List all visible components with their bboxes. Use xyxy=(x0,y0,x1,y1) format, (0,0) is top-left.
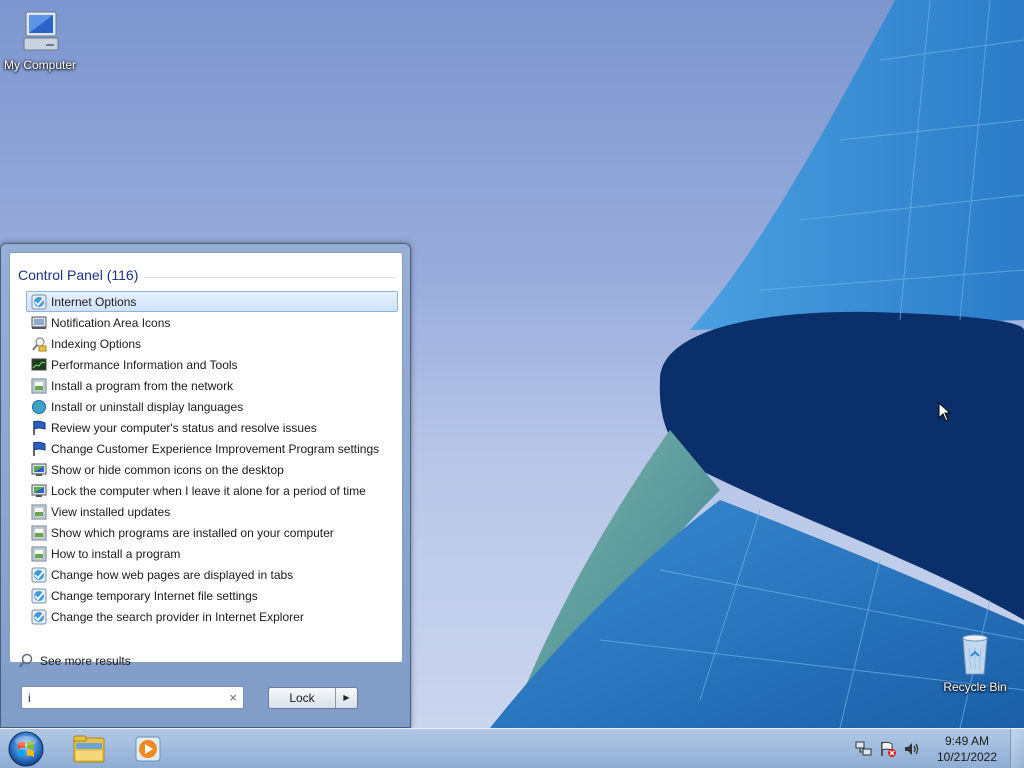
taskbar: 9:49 AM 10/21/2022 xyxy=(0,728,1024,768)
my-computer-label: My Computer xyxy=(3,58,77,72)
show-desktop-button[interactable] xyxy=(1010,729,1024,768)
search-result-label: Indexing Options xyxy=(51,336,142,351)
power-options-arrow-icon[interactable]: ▶ xyxy=(335,688,357,708)
see-more-results-link[interactable]: See more results xyxy=(18,653,131,669)
search-result-item[interactable]: Indexing Options xyxy=(26,333,398,354)
search-result-item[interactable]: Notification Area Icons xyxy=(26,312,398,333)
action-center-flag-icon xyxy=(31,420,47,436)
search-result-label: Show which programs are installed on you… xyxy=(51,525,334,540)
search-result-label: Install a program from the network xyxy=(51,378,234,393)
search-icon xyxy=(18,653,34,669)
search-result-label: Show or hide common icons on the desktop xyxy=(51,462,284,477)
search-result-item[interactable]: Change how web pages are displayed in ta… xyxy=(26,564,398,585)
clear-search-icon[interactable]: × xyxy=(229,690,237,705)
search-result-item[interactable]: Review your computer's status and resolv… xyxy=(26,417,398,438)
results-group-header[interactable]: Control Panel (116) xyxy=(18,267,396,285)
desktop-icon-my-computer[interactable]: My Computer xyxy=(0,8,80,72)
search-result-item[interactable]: Change the search provider in Internet E… xyxy=(26,606,398,627)
recycle-bin-icon xyxy=(951,630,999,678)
group-title: Control Panel (116) xyxy=(18,267,145,283)
indexing-options-icon xyxy=(31,336,47,352)
search-result-item[interactable]: Show which programs are installed on you… xyxy=(26,522,398,543)
programs-icon xyxy=(31,378,47,394)
clock[interactable]: 9:49 AM 10/21/2022 xyxy=(928,733,1006,765)
search-result-label: Lock the computer when I leave it alone … xyxy=(51,483,366,498)
search-result-item[interactable]: Internet Options xyxy=(26,291,398,312)
search-results-pane: Control Panel (116) Internet Options Noti… xyxy=(9,252,403,668)
search-result-label: Internet Options xyxy=(51,294,137,309)
search-result-item[interactable]: Show or hide common icons on the desktop xyxy=(26,459,398,480)
performance-icon xyxy=(31,357,47,373)
search-result-label: Install or uninstall display languages xyxy=(51,399,244,414)
internet-options-icon xyxy=(31,567,47,583)
see-more-label: See more results xyxy=(40,654,131,668)
search-result-label: How to install a program xyxy=(51,546,181,561)
search-result-label: Change how web pages are displayed in ta… xyxy=(51,567,294,582)
action-center-flag-icon[interactable] xyxy=(879,740,897,758)
search-result-item[interactable]: Change temporary Internet file settings xyxy=(26,585,398,606)
desktop-icon-recycle-bin[interactable]: Recycle Bin xyxy=(935,630,1015,694)
globe-icon xyxy=(31,399,47,415)
windows-logo-icon xyxy=(8,731,44,767)
search-result-item[interactable]: Change Customer Experience Improvement P… xyxy=(26,438,398,459)
display-icon xyxy=(31,462,47,478)
start-button[interactable] xyxy=(6,730,46,768)
search-result-label: Performance Information and Tools xyxy=(51,357,238,372)
recycle-bin-label: Recycle Bin xyxy=(943,680,1007,694)
volume-icon[interactable] xyxy=(903,740,921,758)
notification-area-icon xyxy=(31,315,47,331)
search-result-item[interactable]: Install or uninstall display languages xyxy=(26,396,398,417)
results-list: Internet Options Notification Area Icons I… xyxy=(26,291,398,627)
search-result-label: View installed updates xyxy=(51,504,171,519)
search-result-label: Review your computer's status and resolv… xyxy=(51,420,317,435)
search-input-value: i xyxy=(28,691,31,705)
clock-time: 9:49 AM xyxy=(944,734,990,748)
search-result-item[interactable]: View installed updates xyxy=(26,501,398,522)
start-search-input[interactable]: i × xyxy=(21,686,244,709)
search-result-label: Change the search provider in Internet E… xyxy=(51,609,304,624)
programs-icon xyxy=(31,546,47,562)
search-result-label: Change temporary Internet file settings xyxy=(51,588,258,603)
search-result-item[interactable]: How to install a program xyxy=(26,543,398,564)
search-result-item[interactable]: Performance Information and Tools xyxy=(26,354,398,375)
clock-date: 10/21/2022 xyxy=(936,750,998,764)
programs-icon xyxy=(31,525,47,541)
lock-button-main[interactable]: Lock xyxy=(269,688,335,708)
search-result-item[interactable]: Install a program from the network xyxy=(26,375,398,396)
my-computer-icon xyxy=(16,8,64,56)
internet-options-icon xyxy=(31,609,47,625)
search-result-label: Change Customer Experience Improvement P… xyxy=(51,441,380,456)
network-icon[interactable] xyxy=(855,740,873,758)
notification-area: 9:49 AM 10/21/2022 xyxy=(852,729,1024,768)
taskbar-media-player[interactable] xyxy=(122,732,176,766)
action-center-flag-icon xyxy=(31,441,47,457)
taskbar-windows-explorer[interactable] xyxy=(62,732,116,766)
start-menu: Control Panel (116) Internet Options Noti… xyxy=(0,243,411,728)
search-result-label: Notification Area Icons xyxy=(51,315,171,330)
display-icon xyxy=(31,483,47,499)
mouse-cursor-icon xyxy=(938,402,952,422)
lock-button: Lock ▶ xyxy=(268,687,358,709)
internet-options-icon xyxy=(31,588,47,604)
media-player-icon xyxy=(135,736,161,762)
search-result-item[interactable]: Lock the computer when I leave it alone … xyxy=(26,480,398,501)
internet-options-icon xyxy=(31,294,47,310)
programs-icon xyxy=(31,504,47,520)
windows-explorer-icon xyxy=(73,735,105,763)
